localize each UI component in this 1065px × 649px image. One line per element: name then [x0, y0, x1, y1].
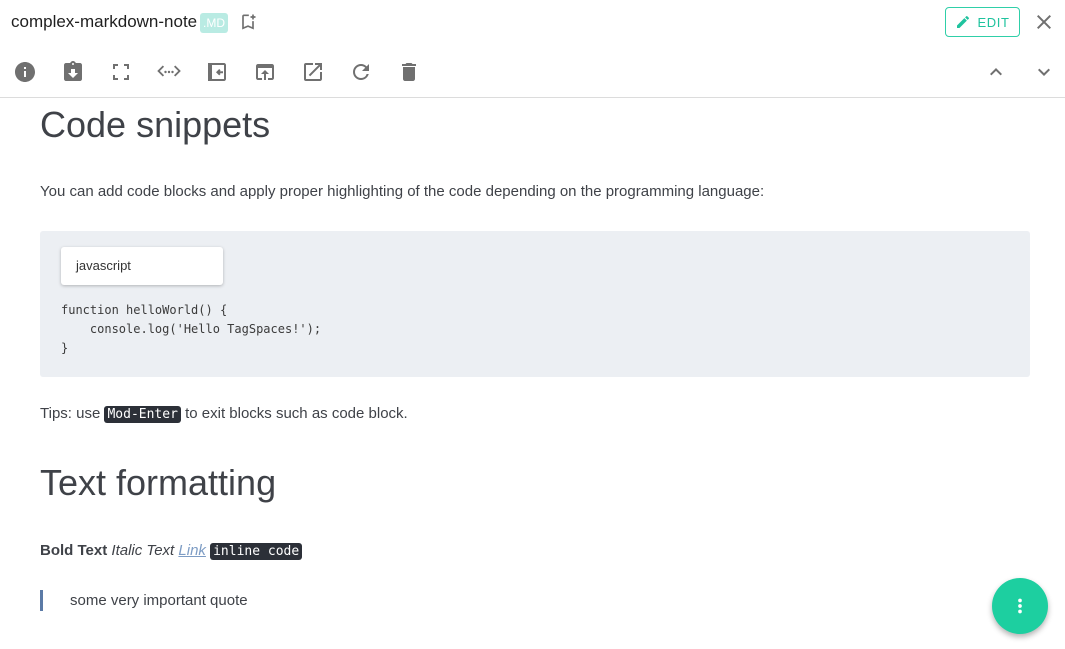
open-external-icon — [304, 63, 322, 81]
download-icon — [64, 61, 82, 81]
exit-icon — [208, 63, 226, 81]
download-button[interactable] — [60, 59, 86, 85]
more-vert-icon — [1018, 598, 1022, 614]
code-language-select[interactable]: javascript — [61, 247, 223, 285]
close-button[interactable] — [1032, 10, 1056, 34]
file-toolbar — [0, 47, 1065, 98]
previous-file-button[interactable] — [983, 59, 1009, 85]
tips-key: Mod-Enter — [104, 406, 181, 423]
edit-label: EDIT — [977, 14, 1010, 30]
chevron-up-icon — [990, 68, 1002, 76]
reload-icon — [353, 64, 369, 80]
link[interactable]: Link — [178, 542, 206, 559]
close-icon — [1037, 15, 1051, 29]
tips-paragraph: Tips: use Mod-Enter to exit blocks such … — [40, 405, 408, 423]
exit-button[interactable] — [204, 59, 230, 85]
pencil-icon — [957, 15, 970, 28]
fullscreen-button[interactable] — [108, 59, 134, 85]
heading-code-snippets: Code snippets — [40, 104, 271, 145]
code-block[interactable]: javascript function helloWorld() { conso… — [40, 231, 1030, 377]
bookmark-add-icon[interactable] — [238, 12, 258, 32]
reload-button[interactable] — [348, 59, 374, 85]
inline-code: inline code — [210, 543, 303, 560]
file-extension-badge: .MD — [200, 13, 228, 33]
code-view-button[interactable] — [156, 59, 182, 85]
edit-button[interactable]: EDIT — [945, 7, 1020, 37]
code-text[interactable]: function helloWorld() { console.log('Hel… — [61, 301, 321, 358]
more-actions-button[interactable] — [992, 578, 1048, 634]
fullscreen-icon — [113, 64, 129, 80]
file-header: complex-markdown-note .MD EDIT — [0, 0, 1065, 45]
info-button[interactable] — [12, 59, 38, 85]
heading-text-formatting: Text formatting — [40, 462, 277, 503]
next-file-button[interactable] — [1031, 59, 1057, 85]
blockquote: some very important quote — [40, 590, 248, 611]
formatting-paragraph: Bold Text Italic Text Link inline code — [40, 542, 303, 560]
tips-prefix: Tips: use — [40, 405, 105, 422]
document-content: Code snippets You can add code blocks an… — [40, 99, 1030, 649]
open-external-button[interactable] — [300, 59, 326, 85]
intro-paragraph: You can add code blocks and apply proper… — [40, 183, 765, 200]
tips-suffix: to exit blocks such as code block. — [180, 405, 408, 422]
italic-text: Italic Text — [111, 542, 175, 559]
delete-icon — [402, 63, 416, 81]
chevron-down-icon — [1038, 68, 1050, 76]
code-view-icon — [157, 65, 181, 77]
info-icon — [15, 62, 35, 82]
file-name: complex-markdown-note — [11, 12, 198, 31]
delete-button[interactable] — [396, 59, 422, 85]
bold-text: Bold Text — [40, 542, 108, 559]
open-parent-button[interactable] — [252, 59, 278, 85]
open-parent-icon — [256, 64, 274, 80]
